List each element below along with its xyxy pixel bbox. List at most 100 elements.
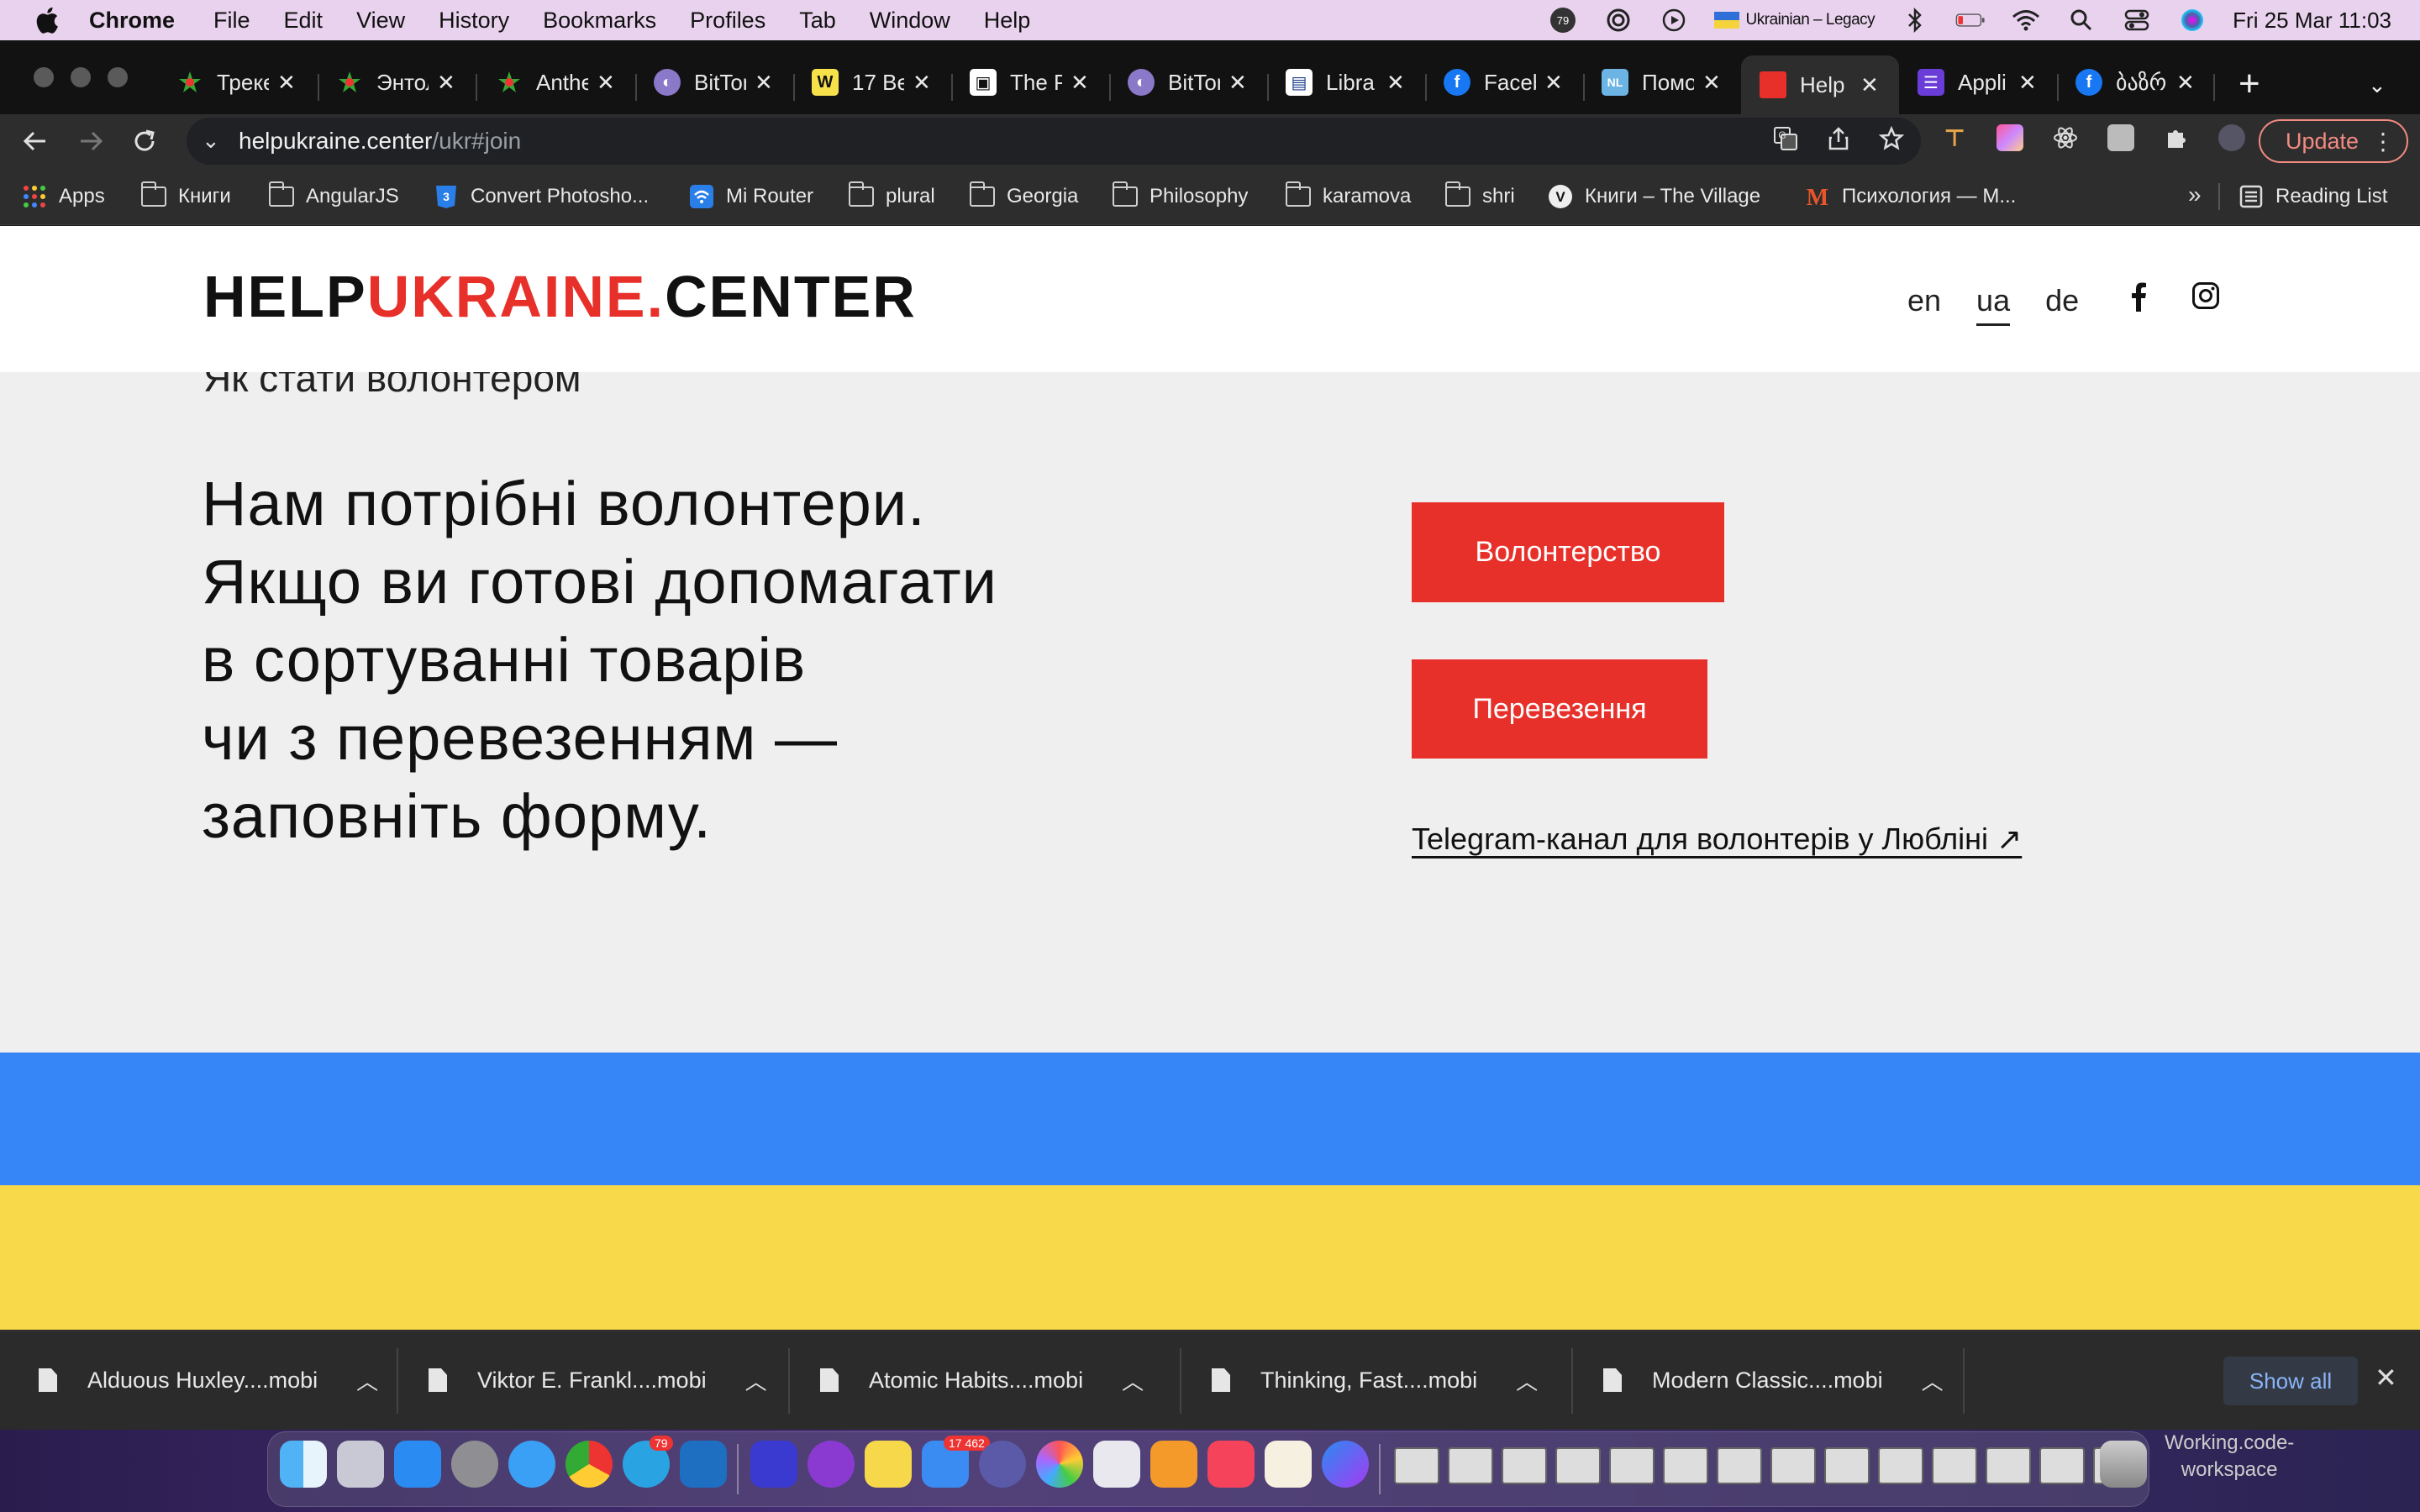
- gradient-extension-icon[interactable]: [1996, 124, 2023, 151]
- menu-profiles[interactable]: Profiles: [690, 8, 765, 34]
- window-thumbnail[interactable]: [1986, 1447, 2031, 1484]
- tab[interactable]: W 17 Be ✕: [812, 60, 931, 104]
- telegram-channel-link[interactable]: Telegram-канал для волонтерів у Любліні …: [1412, 822, 2022, 857]
- safari-icon[interactable]: [508, 1441, 555, 1488]
- back-arrow-icon[interactable]: [18, 124, 52, 158]
- bookmark-knigi-the-village[interactable]: V Книги – The Village: [1548, 181, 1760, 212]
- wifi-icon[interactable]: [2011, 8, 2041, 33]
- window-thumbnail[interactable]: [1394, 1447, 1439, 1484]
- bookmark-folder-knigi[interactable]: Книги: [140, 181, 231, 212]
- menu-view[interactable]: View: [356, 8, 405, 34]
- download-item[interactable]: Modern Classic....mobi ︿: [1603, 1350, 1944, 1410]
- close-window-button[interactable]: [34, 67, 54, 87]
- window-thumbnail[interactable]: [1448, 1447, 1493, 1484]
- download-item[interactable]: Viktor E. Frankl....mobi ︿: [429, 1350, 767, 1410]
- reload-icon[interactable]: [128, 124, 161, 158]
- tab[interactable]: Энтол ✕: [336, 60, 455, 104]
- messenger-icon[interactable]: [1322, 1441, 1369, 1488]
- t-extension-icon[interactable]: ⊤: [1941, 124, 1968, 151]
- menu-edit[interactable]: Edit: [284, 8, 324, 34]
- podcasts-icon[interactable]: [808, 1441, 855, 1488]
- chevron-up-icon[interactable]: ︿: [1922, 1365, 1944, 1396]
- transport-button[interactable]: Перевезення: [1412, 659, 1707, 759]
- menu-app-name[interactable]: Chrome: [89, 8, 175, 34]
- close-tab-icon[interactable]: ✕: [1386, 70, 1405, 96]
- launchpad-icon[interactable]: [337, 1441, 384, 1488]
- music-icon[interactable]: [1207, 1441, 1255, 1488]
- chevron-up-icon[interactable]: ︿: [745, 1365, 767, 1396]
- update-button[interactable]: Update ⋮: [2259, 119, 2408, 163]
- tab[interactable]: Трекер ✕: [176, 60, 296, 104]
- minimize-window-button[interactable]: [71, 67, 91, 87]
- battery-icon[interactable]: [1955, 8, 1986, 33]
- window-thumbnail[interactable]: [1609, 1447, 1655, 1484]
- instagram-icon[interactable]: [2191, 281, 2220, 316]
- bookmark-folder-plural[interactable]: plural: [848, 181, 935, 212]
- window-thumbnail[interactable]: [1824, 1447, 1870, 1484]
- close-tab-icon[interactable]: ✕: [277, 70, 296, 96]
- books-icon[interactable]: [1150, 1441, 1197, 1488]
- menu-bookmarks[interactable]: Bookmarks: [543, 8, 656, 34]
- window-thumbnail[interactable]: [1717, 1447, 1762, 1484]
- chevron-up-icon[interactable]: ︿: [1122, 1365, 1144, 1396]
- close-tab-icon[interactable]: ✕: [913, 70, 931, 96]
- bookmark-folder-philosophy[interactable]: Philosophy: [1112, 181, 1248, 212]
- tab[interactable]: ▤ Libra ✕: [1286, 60, 1405, 104]
- window-thumbnail[interactable]: [1932, 1447, 1977, 1484]
- react-devtools-icon[interactable]: [2052, 124, 2079, 151]
- volunteering-button[interactable]: Волонтерство: [1412, 502, 1724, 602]
- tab-search-chevron-icon[interactable]: ⌄: [2368, 72, 2386, 98]
- window-thumbnail[interactable]: [1502, 1447, 1547, 1484]
- close-tab-icon[interactable]: ✕: [1702, 70, 1721, 96]
- preview-icon[interactable]: [1093, 1441, 1140, 1488]
- site-info-chevron-icon[interactable]: ⌄: [202, 128, 220, 154]
- chevron-up-icon[interactable]: ︿: [356, 1365, 378, 1396]
- tab[interactable]: ◐ BitTor ✕: [1128, 60, 1247, 104]
- bookmark-apps[interactable]: Apps: [22, 181, 105, 212]
- spotlight-search-icon[interactable]: [2066, 8, 2096, 33]
- bookmark-star-icon[interactable]: [1878, 125, 1905, 157]
- photo-extension-icon[interactable]: [2107, 124, 2134, 151]
- download-item[interactable]: Alduous Huxley....mobi ︿: [39, 1350, 378, 1410]
- bookmarks-overflow-icon[interactable]: »: [2188, 181, 2202, 208]
- creative-cloud-icon[interactable]: [1603, 8, 1634, 33]
- menu-file[interactable]: File: [213, 8, 250, 34]
- new-tab-button[interactable]: +: [2238, 66, 2260, 102]
- vscode-icon[interactable]: [680, 1441, 727, 1488]
- maximize-window-button[interactable]: [108, 67, 128, 87]
- finder-icon[interactable]: [280, 1441, 327, 1488]
- close-tab-icon[interactable]: ✕: [1228, 70, 1247, 96]
- close-tab-icon[interactable]: ✕: [2176, 70, 2195, 96]
- close-tab-icon[interactable]: ✕: [1544, 70, 1563, 96]
- keyboard-layout-indicator[interactable]: Ukrainian – Legacy: [1713, 11, 1876, 29]
- lang-de[interactable]: de: [2045, 283, 2079, 326]
- menu-tab[interactable]: Tab: [799, 8, 836, 34]
- site-logo[interactable]: HELPUKRAINE.CENTER: [203, 263, 917, 330]
- tab[interactable]: Anthe ✕: [496, 60, 615, 104]
- menu-history[interactable]: History: [439, 8, 509, 34]
- tab-active[interactable]: Help ✕: [1741, 55, 1899, 114]
- desktop-file-label[interactable]: Working.code- workspace: [2165, 1430, 2294, 1483]
- tab[interactable]: NL Помо ✕: [1602, 60, 1721, 104]
- bookmark-folder-georgia[interactable]: Georgia: [969, 181, 1078, 212]
- tab[interactable]: ◐ BitTor ✕: [654, 60, 773, 104]
- window-thumbnail[interactable]: [1555, 1447, 1601, 1484]
- tab[interactable]: f Faceb ✕: [1444, 60, 1563, 104]
- lang-ua[interactable]: ua: [1976, 283, 2011, 326]
- bookmark-folder-angularjs[interactable]: AngularJS: [268, 181, 399, 212]
- translate-icon[interactable]: G: [1773, 126, 1798, 157]
- trash-icon[interactable]: [2100, 1441, 2147, 1488]
- bookmark-mi-router[interactable]: Mi Router: [689, 181, 813, 212]
- bookmark-folder-shri[interactable]: shri: [1444, 181, 1515, 212]
- close-tab-icon[interactable]: ✕: [597, 70, 615, 96]
- forward-arrow-icon[interactable]: [74, 124, 108, 158]
- tab[interactable]: ▣ The P ✕: [970, 60, 1089, 104]
- close-tab-icon[interactable]: ✕: [755, 70, 773, 96]
- media-play-icon[interactable]: [1659, 8, 1689, 33]
- photos-icon[interactable]: [1036, 1441, 1083, 1488]
- download-item[interactable]: Thinking, Fast....mobi ︿: [1212, 1350, 1538, 1410]
- bookmark-folder-karamova[interactable]: karamova: [1285, 181, 1411, 212]
- bookmark-psychology[interactable]: M Психология — М...: [1805, 181, 2017, 212]
- profile-avatar[interactable]: [2218, 124, 2245, 151]
- facebook-icon[interactable]: [2126, 281, 2151, 316]
